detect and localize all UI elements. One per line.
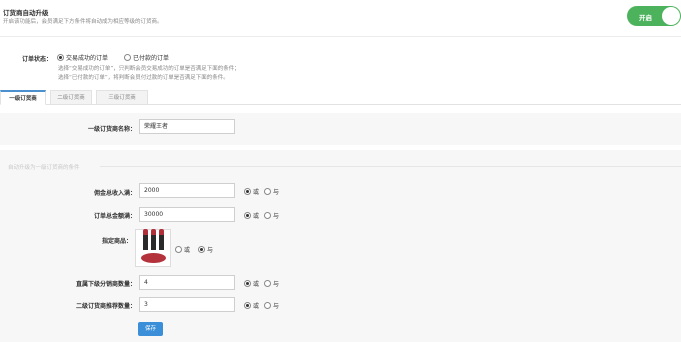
referral-count-and-option[interactable]: 与: [264, 301, 279, 310]
option-label: 已付款的订单: [133, 55, 170, 62]
or-label: 或: [184, 247, 191, 254]
radio-icon[interactable]: [264, 302, 271, 309]
and-label: 与: [273, 303, 280, 310]
product-or-option[interactable]: 或: [175, 245, 190, 254]
save-button[interactable]: 保存: [138, 322, 163, 336]
direct-distributors-or-option[interactable]: 或: [244, 279, 259, 288]
direct-distributors-label: 直属下级分销商数量：: [75, 281, 136, 288]
order-status-option-paid[interactable]: 已付款的订单: [124, 53, 169, 62]
product-image[interactable]: [135, 229, 171, 267]
radio-icon[interactable]: [57, 54, 64, 61]
radio-icon[interactable]: [244, 188, 251, 195]
feature-title: 订货商自动升级: [3, 9, 49, 17]
and-label: 与: [273, 281, 280, 288]
commission-input[interactable]: 2000: [139, 183, 235, 198]
lipstick-icon: [143, 229, 148, 250]
toggle-knob: [662, 7, 680, 25]
or-label: 或: [253, 213, 260, 220]
commission-label: 佣金总收入满：: [93, 190, 136, 197]
feature-description: 开启该功能后，会员满足下方条件将自动成为相应等级的订货商。: [3, 19, 163, 25]
or-label: 或: [253, 189, 260, 196]
lipstick-icon: [159, 229, 164, 250]
radio-icon[interactable]: [124, 54, 131, 61]
radio-icon[interactable]: [244, 302, 251, 309]
order-amount-or-option[interactable]: 或: [244, 211, 259, 220]
radio-icon[interactable]: [264, 212, 271, 219]
tab-level-2[interactable]: 二级订货商: [50, 90, 92, 105]
order-status-option-success[interactable]: 交易成功的订单: [57, 53, 108, 62]
radio-icon[interactable]: [244, 280, 251, 287]
lipstick-icon: [151, 229, 156, 250]
order-status-section: 订单状态： 交易成功的订单 已付款的订单 选择“交易成功的订单”，只判断会员交易…: [0, 50, 681, 90]
referral-count-label: 二级订货商推荐数量：: [75, 303, 136, 310]
level-name-input[interactable]: 荣耀王者: [139, 119, 235, 134]
tab-level-3[interactable]: 三级订货商: [96, 90, 148, 105]
radio-icon[interactable]: [264, 188, 271, 195]
conditions-panel: [0, 150, 681, 342]
name-panel: 一级订货商名称： 荣耀王者: [0, 113, 681, 145]
and-label: 与: [273, 189, 280, 196]
product-label: 指定商品：: [101, 238, 132, 245]
commission-and-option[interactable]: 与: [264, 187, 279, 196]
direct-distributors-and-option[interactable]: 与: [264, 279, 279, 288]
tab-level-1[interactable]: 一级订货商: [0, 90, 46, 105]
name-label: 一级订货商名称：: [87, 126, 136, 133]
conditions-divider: [100, 166, 681, 167]
order-amount-label: 订单总金额满：: [93, 213, 136, 220]
commission-or-option[interactable]: 或: [244, 187, 259, 196]
radio-icon[interactable]: [244, 212, 251, 219]
auto-upgrade-toggle[interactable]: 开启: [627, 6, 681, 26]
toggle-label: 开启: [639, 14, 652, 22]
radio-icon[interactable]: [175, 246, 182, 253]
auto-upgrade-header: 订货商自动升级 开启该功能后，会员满足下方条件将自动成为相应等级的订货商。 开启: [0, 0, 681, 36]
direct-distributors-input[interactable]: 4: [139, 275, 235, 290]
order-status-label: 订单状态：: [22, 56, 53, 63]
level-tabs: 一级订货商 二级订货商 三级订货商: [0, 90, 681, 105]
option-label: 交易成功的订单: [66, 55, 109, 62]
and-label: 与: [273, 213, 280, 220]
order-status-hint: 选择“交易成功的订单”，只判断会员交易成功的订单是否满足下面的条件；: [58, 66, 240, 72]
order-amount-and-option[interactable]: 与: [264, 211, 279, 220]
referral-count-or-option[interactable]: 或: [244, 301, 259, 310]
referral-count-input[interactable]: 3: [139, 297, 235, 312]
lips-icon: [141, 253, 166, 263]
radio-icon[interactable]: [264, 280, 271, 287]
or-label: 或: [253, 303, 260, 310]
conditions-title: 自动升级为一级订货商的条件: [8, 165, 80, 171]
radio-icon[interactable]: [198, 246, 205, 253]
or-label: 或: [253, 281, 260, 288]
header-divider: [0, 36, 681, 37]
order-status-hint: 选择“已付款的订单”，将判断会员付过款的订单是否满足下面的条件。: [58, 75, 229, 81]
product-and-option[interactable]: 与: [198, 245, 213, 254]
and-label: 与: [207, 247, 214, 254]
order-amount-input[interactable]: 30000: [139, 207, 235, 222]
